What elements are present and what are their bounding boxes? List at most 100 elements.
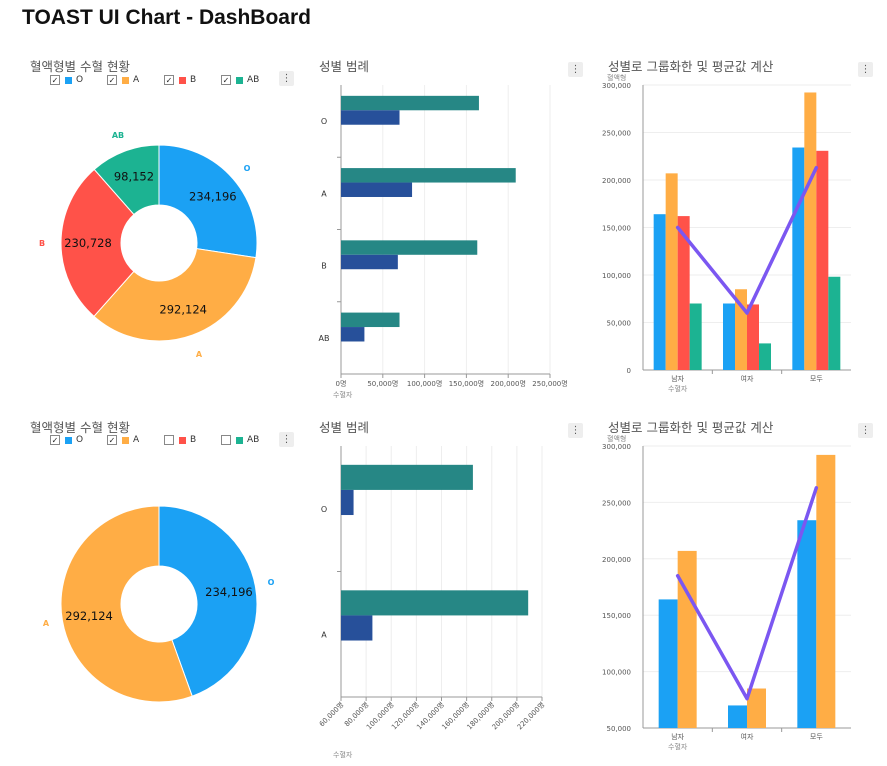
tick-label: 150,000명 — [449, 379, 484, 388]
chart-menu-button[interactable]: ⋮ — [279, 432, 294, 447]
legend-checkbox[interactable] — [221, 435, 231, 445]
axis-title: 혈액형 — [320, 427, 339, 429]
legend-item-a[interactable]: ✓ A — [107, 74, 139, 86]
tick-label: 100,000명 — [407, 379, 442, 388]
axis-title: 수혈자 — [668, 742, 688, 751]
column-bar — [723, 303, 735, 370]
axis-title: 수혈자 — [333, 390, 353, 399]
bar-chart: 혈액형 0명 50,000명 100,000명 150,000명 200,000명 250,… — [319, 66, 568, 399]
tick-label: 50,000 — [607, 320, 632, 328]
page-title: TOAST UI Chart - DashBoard — [22, 6, 311, 29]
category-label: O — [321, 117, 327, 126]
tick-label: 60,000명 — [317, 700, 345, 728]
legend-checkbox[interactable]: ✓ — [50, 75, 60, 85]
legend-label: B — [190, 435, 197, 445]
legend-swatch — [65, 76, 72, 84]
category-label: AB — [319, 334, 330, 343]
legend-item-o[interactable]: ✓ O — [50, 74, 83, 86]
column-bar — [759, 343, 771, 370]
column-bar — [804, 92, 817, 370]
column-bar — [665, 173, 678, 370]
category-label: 모두 — [810, 733, 823, 741]
legend-label: O — [76, 435, 84, 445]
tick-label: 300,000 — [602, 443, 631, 451]
legend-checkbox[interactable]: ✓ — [221, 75, 231, 85]
data-label: 292,124 — [159, 303, 207, 317]
legend-swatch — [179, 436, 186, 444]
legend-label: AB — [247, 435, 260, 445]
legend-checkbox[interactable] — [164, 435, 174, 445]
tick-label: 50,000명 — [367, 379, 398, 388]
tick-label: 250,000 — [602, 499, 631, 507]
legend-item-o[interactable]: ✓ O — [50, 434, 83, 446]
bar — [341, 489, 354, 516]
column-bar — [792, 147, 805, 370]
legend-item-b[interactable]: ✓ B — [164, 74, 196, 86]
bar — [341, 254, 398, 270]
bar — [341, 168, 516, 183]
column-chart: 혈액형 50,000 100,000 150,000 200,000 250,000 300… — [602, 434, 851, 751]
column-bar — [816, 150, 829, 370]
tick-label: 220,000명 — [515, 700, 546, 731]
legend-checkbox[interactable]: ✓ — [50, 435, 60, 445]
data-label: 234,196 — [205, 585, 253, 599]
bar — [341, 312, 400, 328]
legend-label: AB — [247, 75, 260, 85]
series-label: AB — [112, 131, 124, 140]
column-bar — [828, 276, 841, 370]
average-line — [675, 485, 819, 701]
column-bar — [653, 214, 666, 370]
tick-label: 150,000 — [602, 612, 631, 620]
series-label: A — [43, 619, 50, 628]
bar — [341, 240, 478, 255]
data-label: 292,124 — [65, 609, 113, 623]
axis-title: 혈액형 — [607, 73, 626, 82]
bar-chart: 혈액형60,000명80,000명100,000명120,000명140,000… — [317, 427, 546, 759]
legend-swatch — [236, 436, 243, 444]
legend-checkbox[interactable]: ✓ — [164, 75, 174, 85]
legend-item-a[interactable]: ✓ A — [107, 434, 139, 446]
bar — [341, 327, 365, 342]
axis-title: 혈액형 — [607, 434, 626, 443]
column-bar — [658, 599, 678, 728]
series-label: O — [244, 164, 251, 173]
bar — [341, 464, 473, 490]
donut-chart: 234,196 O 292,124 A — [43, 505, 275, 703]
tick-label: 0 — [627, 367, 631, 375]
category-label: 여자 — [741, 732, 754, 741]
category-label: 남자 — [671, 374, 684, 383]
legend-swatch — [122, 436, 129, 444]
legend-checkbox[interactable]: ✓ — [107, 75, 117, 85]
legend-swatch — [122, 76, 129, 84]
series-label: O — [268, 578, 275, 587]
tick-label: 200,000명 — [491, 379, 526, 388]
legend-checkbox[interactable]: ✓ — [107, 435, 117, 445]
legend-swatch — [65, 436, 72, 444]
category-label: B — [321, 262, 327, 271]
series-label: B — [39, 239, 45, 248]
axis-title: 혈액형 — [320, 66, 339, 68]
chart-title: 혈액형별 수혈 현황 — [30, 59, 130, 74]
bar — [341, 110, 400, 125]
legend-label: A — [133, 435, 140, 445]
data-label: 230,728 — [64, 236, 112, 250]
donut-chart: 234,196 O 292,124 A 230,728 B 98,152 AB — [39, 131, 258, 359]
legend-item-b[interactable]: B — [164, 434, 196, 446]
chart-menu-button[interactable]: ⋮ — [568, 423, 583, 438]
category-label: 남자 — [671, 732, 684, 741]
tick-label: 250,000명 — [532, 379, 567, 388]
tick-label: 150,000 — [602, 225, 631, 233]
column-chart: 혈액형 0 50,000 100,000 150,000 200,000 250,000 30… — [602, 73, 851, 393]
legend-item-ab[interactable]: ✓ AB — [221, 74, 259, 86]
tick-label: 100,000 — [602, 272, 631, 280]
tick-label: 200,000 — [602, 177, 631, 185]
axis-title: 수혈자 — [668, 384, 688, 393]
category-label: A — [321, 189, 327, 198]
chart-menu-button[interactable]: ⋮ — [279, 71, 294, 86]
tick-label: 250,000 — [602, 130, 631, 138]
category-label: 모두 — [810, 375, 823, 383]
column-bar — [797, 520, 817, 728]
legend-item-ab[interactable]: AB — [221, 434, 259, 446]
tick-label: 0명 — [336, 379, 347, 388]
legend-label: A — [133, 75, 140, 85]
